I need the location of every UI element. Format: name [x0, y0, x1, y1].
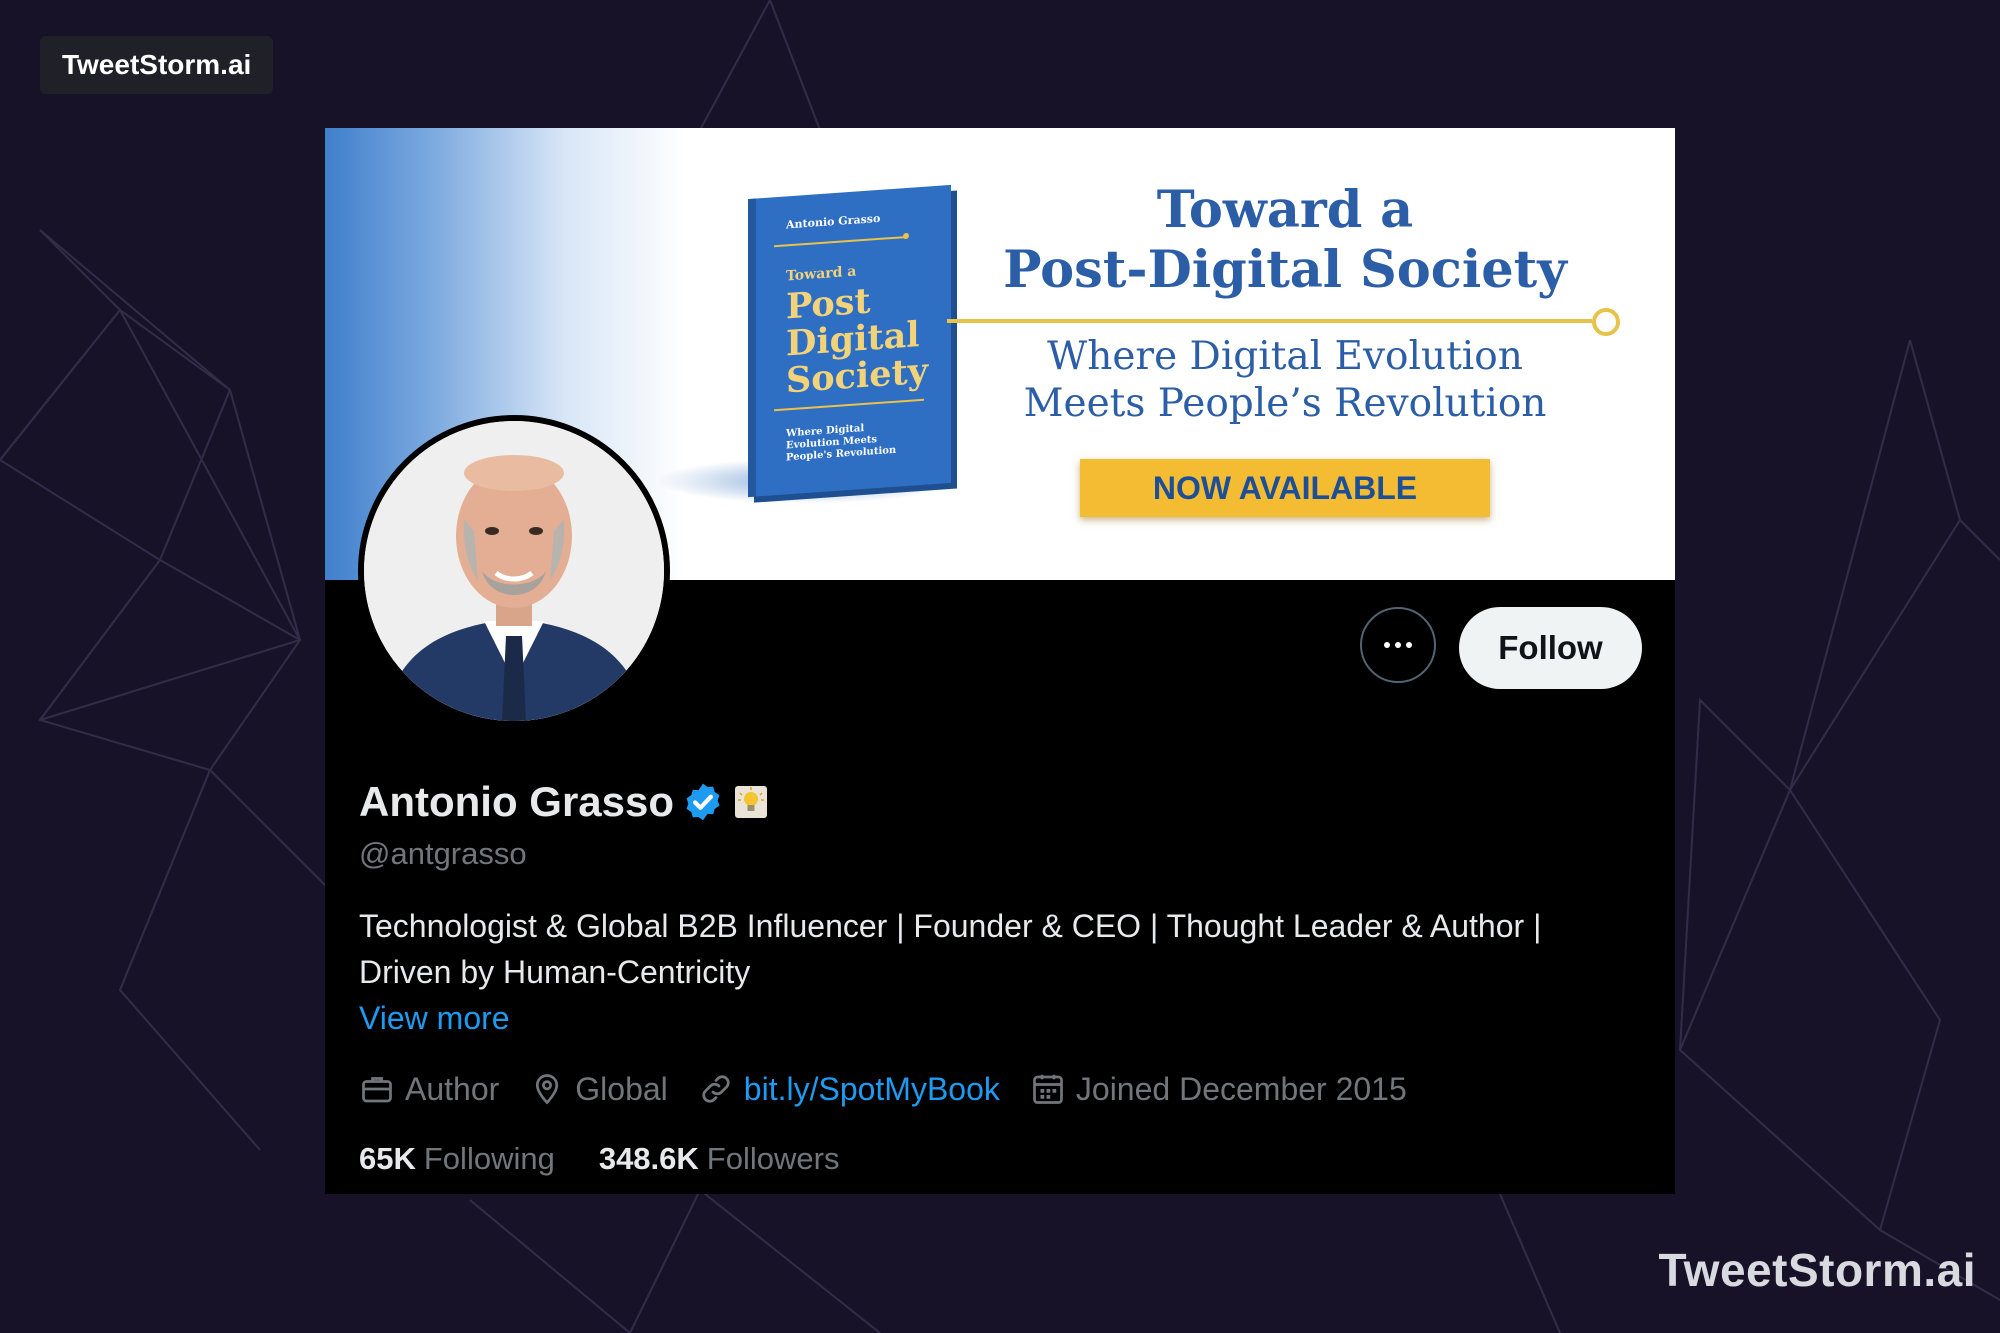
- more-icon-dot: [1406, 642, 1412, 648]
- avatar[interactable]: [358, 415, 670, 727]
- profession-item: Author: [359, 1071, 499, 1108]
- briefcase-icon: [362, 1077, 392, 1103]
- profile-meta: Author Global bit.ly/SpotMyBook Joined D…: [359, 1066, 1437, 1112]
- followers-label: Followers: [706, 1141, 840, 1176]
- following-stat[interactable]: 65K Following: [359, 1141, 555, 1177]
- verified-badge-icon[interactable]: [682, 781, 724, 823]
- profession-label: Author: [405, 1070, 500, 1107]
- brand-watermark: TweetStorm.ai: [1658, 1244, 1976, 1296]
- view-more-link[interactable]: View more: [359, 1000, 510, 1037]
- profile-card: Antonio Grasso Toward a Post Digital Soc…: [325, 128, 1675, 1194]
- avatar-portrait: [364, 421, 664, 721]
- banner-divider: [947, 319, 1592, 323]
- joined-item: Joined December 2015: [1030, 1071, 1407, 1108]
- location-label: Global: [575, 1070, 668, 1107]
- more-icon-dot: [1395, 642, 1401, 648]
- profile-handle: @antgrasso: [359, 836, 527, 871]
- banner-now-available-badge: NOW AVAILABLE: [1080, 459, 1490, 517]
- following-label: Following: [423, 1141, 555, 1176]
- website-link[interactable]: bit.ly/SpotMyBook: [744, 1071, 1000, 1108]
- book-cover: Antonio Grasso Toward a Post Digital Soc…: [748, 184, 951, 498]
- banner-divider-ring: [1592, 308, 1620, 336]
- follow-button[interactable]: Follow: [1459, 607, 1642, 689]
- display-name: Antonio Grasso: [359, 778, 675, 825]
- book-title: Post Digital Society: [786, 280, 928, 402]
- book-subtitle: Where Digital Evolution Meets People's R…: [786, 422, 897, 464]
- banner-subtitle-line-2: Meets People’s Revolution: [1023, 381, 1547, 426]
- location-item: Global: [529, 1071, 668, 1108]
- profile-name-row: Antonio Grasso: [359, 773, 768, 831]
- profile-bio: Technologist & Global B2B Influencer | F…: [359, 903, 1659, 995]
- calendar-icon: [1033, 1074, 1063, 1104]
- banner-title-line-2: Post-Digital Society: [1003, 240, 1567, 300]
- bio-line-1: Technologist & Global B2B Influencer | F…: [359, 908, 1542, 944]
- book-divider: [774, 236, 904, 248]
- location-pin-icon: [536, 1074, 559, 1105]
- banner-title-line-1: Toward a: [1156, 180, 1414, 240]
- followers-count: 348.6K: [598, 1141, 699, 1176]
- lightbulb-label-icon[interactable]: [734, 785, 768, 819]
- banner-subtitle-line-1: Where Digital Evolution: [1047, 334, 1523, 379]
- more-icon: [1384, 642, 1390, 648]
- brand-badge: TweetStorm.ai: [40, 36, 274, 94]
- followers-stat[interactable]: 348.6K Followers: [599, 1141, 840, 1177]
- link-icon: [702, 1075, 730, 1103]
- banner-subtitle: Where Digital Evolution Meets People’s R…: [965, 333, 1605, 427]
- banner-title: Toward a Post-Digital Society: [965, 180, 1605, 300]
- website-item[interactable]: bit.ly/SpotMyBook: [698, 1071, 1000, 1108]
- following-count: 65K: [359, 1141, 416, 1176]
- more-options-button[interactable]: [1360, 607, 1436, 683]
- bio-line-2: Driven by Human-Centricity: [359, 954, 751, 990]
- profile-stats: 65K Following 348.6K Followers: [359, 1136, 883, 1182]
- book-author: Antonio Grasso: [786, 211, 881, 232]
- joined-date: Joined December 2015: [1075, 1070, 1407, 1107]
